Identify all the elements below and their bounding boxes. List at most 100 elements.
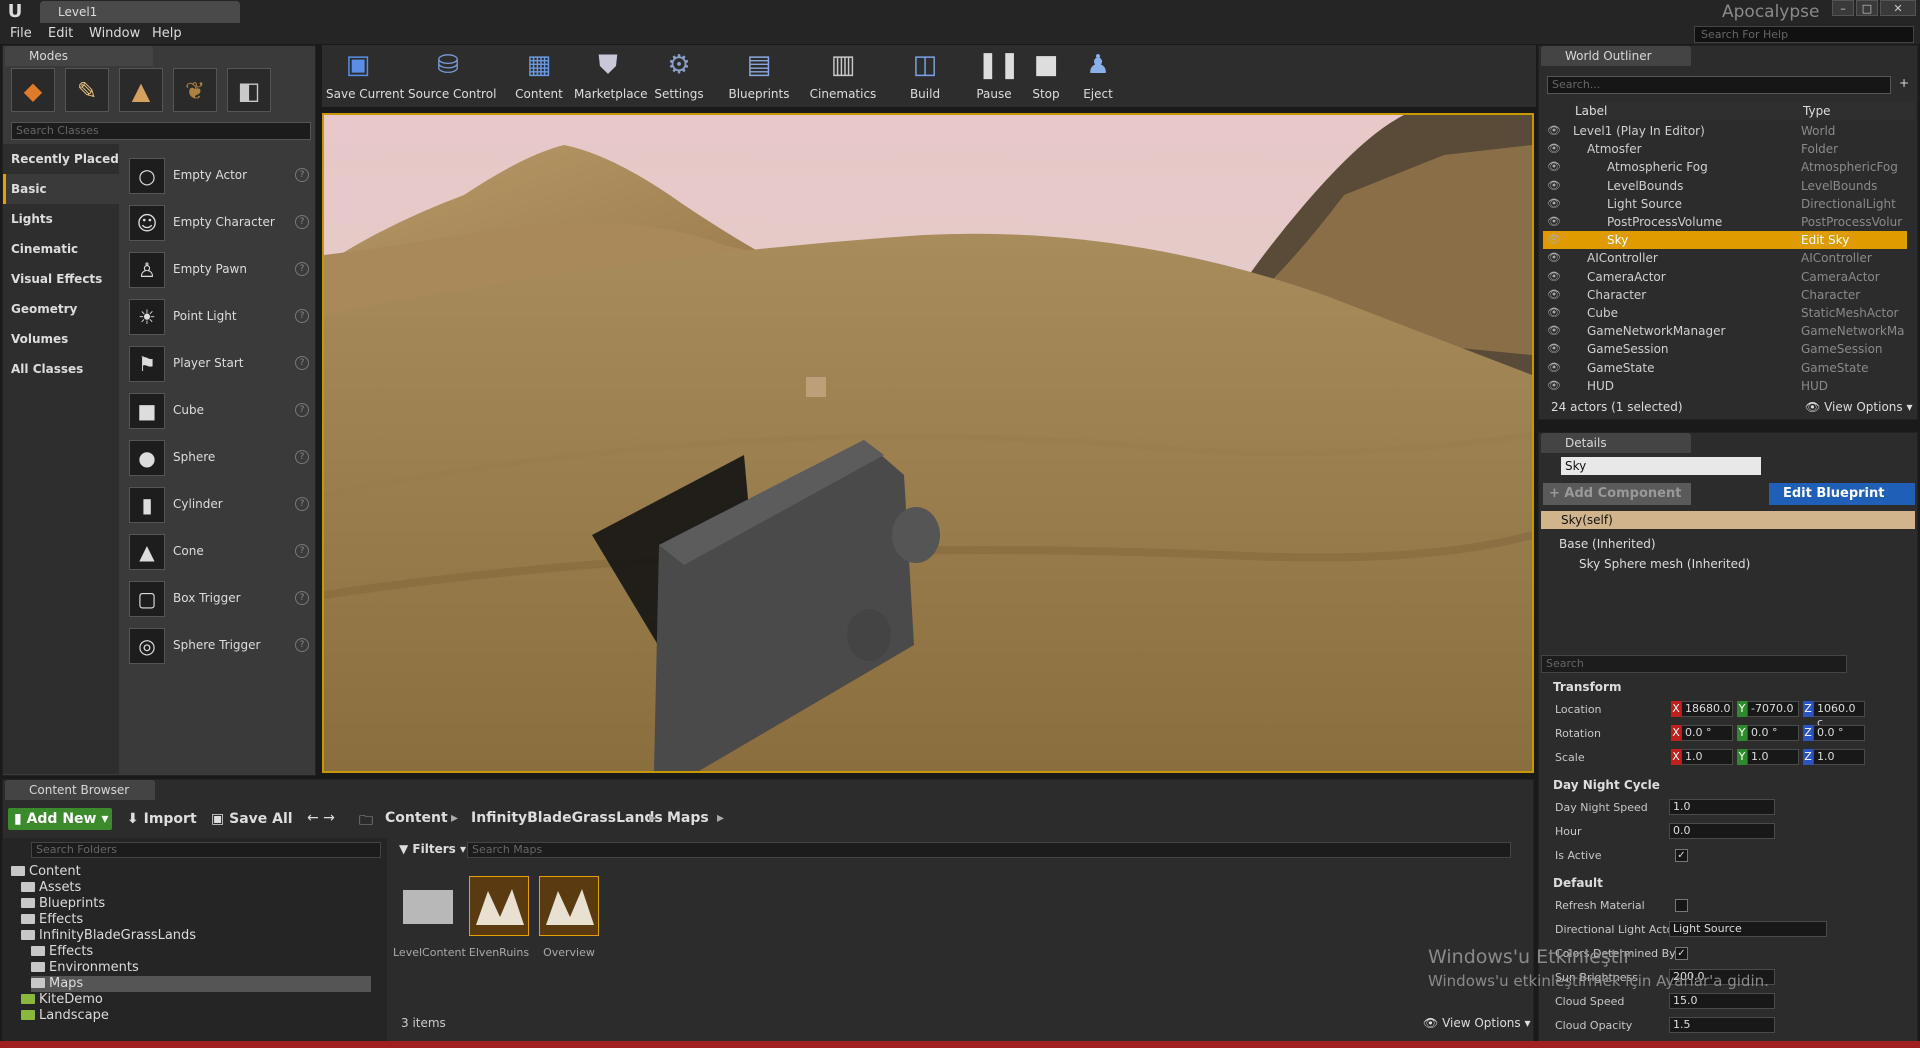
place-item[interactable]: ▮ Cylinder? (129, 483, 309, 527)
location-z-field[interactable]: 1060.0 c (1813, 701, 1865, 729)
actor-name-field[interactable]: Sky (1561, 457, 1761, 475)
help-icon[interactable]: ? (295, 450, 309, 464)
landscape-mode-icon[interactable]: ▲ (119, 68, 163, 112)
filters-button[interactable]: ▼ Filters ▾ (399, 842, 466, 856)
help-icon[interactable]: ? (295, 497, 309, 511)
geometry-mode-icon[interactable]: ◧ (227, 68, 271, 112)
place-item[interactable]: ⚑ Player Start? (129, 342, 309, 386)
visibility-eye-icon[interactable]: 👁 (1547, 286, 1561, 304)
search-maps-input[interactable]: Search Maps (467, 842, 1511, 858)
folder-tree-item[interactable]: Landscape (21, 1008, 109, 1024)
details-tab[interactable]: Details (1541, 433, 1691, 453)
modes-tab[interactable]: Modes (5, 46, 153, 66)
scale-y-field[interactable]: 1.0 (1747, 749, 1799, 765)
column-label[interactable]: Label (1575, 104, 1607, 118)
stop-button[interactable]: ■ Stop (1026, 49, 1066, 105)
visibility-eye-icon[interactable]: 👁 (1547, 249, 1561, 267)
level-viewport[interactable] (322, 113, 1534, 773)
breadcrumb-maps[interactable]: Maps (667, 810, 709, 826)
transform-section[interactable]: Transform (1543, 677, 1913, 697)
help-icon[interactable]: ? (295, 544, 309, 558)
scale-x-field[interactable]: 1.0 (1681, 749, 1733, 765)
visibility-eye-icon[interactable]: 👁 (1547, 213, 1561, 231)
settings-button[interactable]: ⚙ Settings (652, 49, 706, 105)
details-search-input[interactable]: Search (1541, 655, 1847, 673)
outliner-row[interactable]: 👁 LevelBounds LevelBounds (1543, 177, 1907, 195)
category-basic[interactable]: Basic (3, 174, 119, 204)
outliner-row[interactable]: 👁 Sky Edit Sky (1543, 231, 1907, 250)
outliner-row[interactable]: 👁 PostProcessVolume PostProcessVolur (1543, 213, 1907, 231)
visibility-eye-icon[interactable]: 👁 (1547, 340, 1561, 358)
help-icon[interactable]: ? (295, 262, 309, 276)
visibility-eye-icon[interactable]: 👁 (1547, 158, 1561, 176)
column-type[interactable]: Type (1803, 104, 1831, 118)
day-night-speed-field[interactable]: 1.0 (1669, 799, 1775, 815)
breadcrumb-infinitybladegrasslands[interactable]: InfinityBladeGrassLands (471, 810, 663, 826)
default-section[interactable]: Default (1543, 873, 1913, 893)
visibility-eye-icon[interactable]: 👁 (1547, 231, 1561, 249)
visibility-eye-icon[interactable]: 👁 (1547, 359, 1561, 377)
maximize-icon[interactable]: □ (1856, 0, 1878, 16)
folder-tree-item[interactable]: Environments (31, 960, 139, 976)
place-item[interactable]: ▲ Cone? (129, 530, 309, 574)
pause-button[interactable]: ❚❚ Pause (972, 49, 1020, 105)
help-icon[interactable]: ? (295, 403, 309, 417)
rotation-z-field[interactable]: 0.0 ° (1813, 725, 1865, 741)
content-browser-tab[interactable]: Content Browser (5, 780, 155, 800)
save-all-button[interactable]: ▣ Save All (211, 808, 293, 830)
asset-tile[interactable] (539, 876, 599, 936)
build-button[interactable]: ◫ Build (900, 49, 950, 105)
minimize-icon[interactable]: – (1832, 0, 1854, 16)
help-search-input[interactable]: Search For Help (1694, 26, 1914, 43)
outliner-row[interactable]: 👁 CameraActor CameraActor (1543, 268, 1907, 286)
menu-edit[interactable]: Edit (48, 26, 73, 41)
place-item[interactable]: ☺ Empty Character? (129, 201, 309, 245)
visibility-eye-icon[interactable]: 👁 (1547, 195, 1561, 213)
outliner-row[interactable]: 👁 Atmospheric Fog AtmosphericFog (1543, 158, 1907, 176)
category-visual-effects[interactable]: Visual Effects (3, 264, 119, 294)
category-lights[interactable]: Lights (3, 204, 119, 234)
directional-light-dropdown[interactable]: Light Source (1669, 921, 1827, 937)
sky-sphere-mesh-item[interactable]: Sky Sphere mesh (Inherited) (1579, 557, 1750, 571)
category-recently-placed[interactable]: Recently Placed (3, 144, 119, 174)
cloud-opacity-field[interactable]: 1.5 (1669, 1017, 1775, 1033)
rotation-x-field[interactable]: 0.0 ° (1681, 725, 1733, 741)
folder-tree-item[interactable]: Content (11, 864, 81, 880)
folder-tree-item[interactable]: Maps (31, 976, 371, 992)
folder-tree-item[interactable]: Assets (21, 880, 81, 896)
outliner-row[interactable]: 👁 GameState GameState (1543, 359, 1907, 377)
rotation-y-field[interactable]: 0.0 ° (1747, 725, 1799, 741)
search-folders-input[interactable]: Search Folders (31, 842, 381, 858)
cloud-speed-field[interactable]: 15.0 (1669, 993, 1775, 1009)
outliner-row[interactable]: 👁 GameSession GameSession (1543, 340, 1907, 358)
import-button[interactable]: ⬇ Import (127, 808, 197, 830)
visibility-eye-icon[interactable]: 👁 (1547, 140, 1561, 158)
world-outliner-tab[interactable]: World Outliner (1541, 46, 1691, 66)
outliner-row[interactable]: 👁 AIController AIController (1543, 249, 1907, 267)
save-current-button[interactable]: ▣ Save Current (326, 49, 404, 105)
edit-blueprint-button[interactable]: Edit Blueprint (1769, 483, 1915, 505)
category-geometry[interactable]: Geometry (3, 294, 119, 324)
asset-tile[interactable] (469, 876, 529, 936)
colors-determined-checkbox[interactable]: ✓ (1675, 947, 1688, 960)
is-active-checkbox[interactable]: ✓ (1675, 849, 1688, 862)
place-item[interactable]: ♙ Empty Pawn? (129, 248, 309, 292)
outliner-row[interactable]: 👁 Light Source DirectionalLight (1543, 195, 1907, 213)
cinematics-button[interactable]: ▥ Cinematics (806, 49, 880, 105)
foliage-mode-icon[interactable]: ❦ (173, 68, 217, 112)
add-new-button[interactable]: ▮ Add New ▾ (8, 808, 112, 830)
help-icon[interactable]: ? (295, 309, 309, 323)
component-self-row[interactable]: Sky(self) (1541, 511, 1915, 529)
place-item[interactable]: ● Sphere? (129, 436, 309, 480)
place-item[interactable]: ◎ Sphere Trigger? (129, 624, 309, 668)
category-volumes[interactable]: Volumes (3, 324, 119, 354)
content-button[interactable]: ▦ Content (514, 49, 564, 105)
folder-tree-item[interactable]: InfinityBladeGrassLands (21, 928, 196, 944)
category-all-classes[interactable]: All Classes (3, 354, 119, 384)
visibility-eye-icon[interactable]: 👁 (1547, 322, 1561, 340)
marketplace-button[interactable]: ⛊ Marketplace (574, 49, 648, 105)
place-item[interactable]: ▢ Box Trigger? (129, 577, 309, 621)
outliner-row[interactable]: 👁 Level1 (Play In Editor) World (1543, 122, 1907, 140)
base-inherited-item[interactable]: Base (Inherited) (1559, 537, 1656, 551)
help-icon[interactable]: ? (295, 168, 309, 182)
